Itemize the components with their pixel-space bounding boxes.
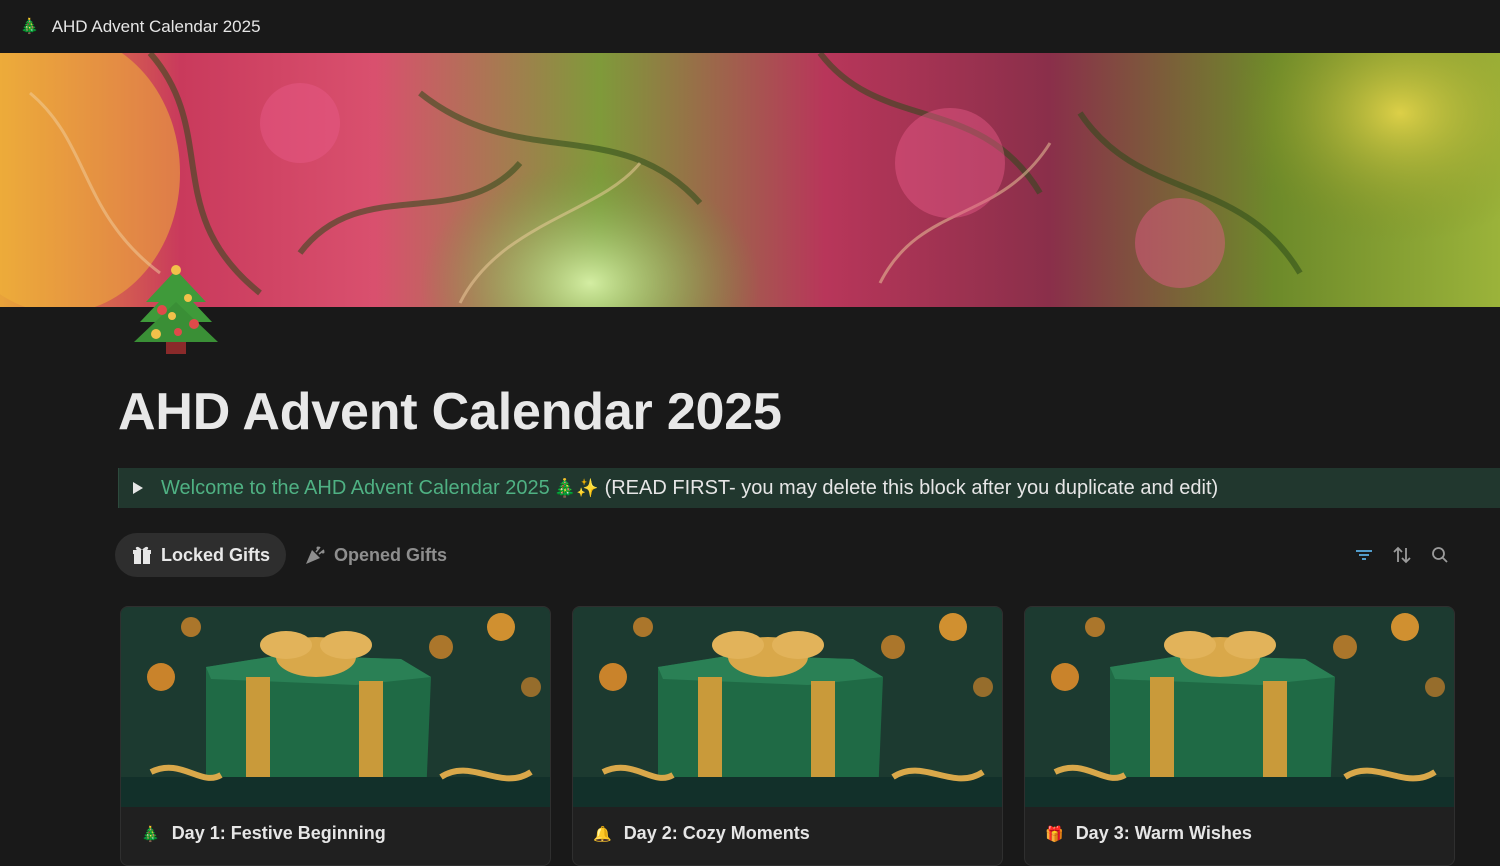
window-titlebar: 🎄 AHD Advent Calendar 2025	[0, 0, 1500, 53]
page-title[interactable]: AHD Advent Calendar 2025	[118, 382, 782, 442]
gallery-cards: 🎄 Day 1: Festive Beginning 🔔 Day 2: Cozy…	[120, 606, 1455, 866]
tab-opened-gifts-label: Opened Gifts	[334, 544, 448, 565]
card-title-text: Day 2: Cozy Moments	[623, 823, 810, 843]
toggle-highlighted-text: Welcome to the AHD Advent Calendar 2025	[161, 476, 550, 499]
tab-locked-gifts-label: Locked Gifts	[161, 544, 271, 565]
gift-box-image	[1025, 607, 1454, 807]
card-title-text: Day 1: Festive Beginning	[171, 823, 386, 843]
gift-icon: 🎁	[1045, 825, 1064, 843]
gift-box-image	[121, 607, 550, 807]
gift-icon	[133, 546, 151, 564]
view-tabs: Locked Gifts Opened Gifts	[115, 533, 465, 577]
christmas-tree-icon: 🎄	[141, 825, 160, 843]
search-icon[interactable]	[1430, 545, 1450, 565]
bell-icon: 🔔	[593, 825, 612, 843]
welcome-toggle-block[interactable]: Welcome to the AHD Advent Calendar 2025 …	[118, 468, 1500, 508]
tree-sparkles-emoji: 🎄✨	[553, 477, 599, 498]
card-title: 🔔 Day 2: Cozy Moments	[573, 807, 1002, 844]
gallery-card[interactable]: 🔔 Day 2: Cozy Moments	[572, 606, 1003, 866]
tab-opened-gifts[interactable]: Opened Gifts	[288, 533, 463, 577]
sort-icon[interactable]	[1392, 545, 1412, 565]
party-popper-icon	[306, 546, 325, 564]
card-title-text: Day 3: Warm Wishes	[1075, 823, 1252, 843]
christmas-tree-icon[interactable]	[132, 262, 220, 358]
view-toolbar	[1354, 545, 1450, 565]
gallery-card[interactable]: 🎄 Day 1: Festive Beginning	[120, 606, 551, 866]
gallery-card[interactable]: 🎁 Day 3: Warm Wishes	[1024, 606, 1455, 866]
cover-image[interactable]	[0, 53, 1500, 307]
toggle-plain-text: (READ FIRST- you may delete this block a…	[604, 476, 1219, 499]
card-title: 🎁 Day 3: Warm Wishes	[1025, 807, 1454, 844]
toggle-triangle-icon[interactable]	[133, 482, 143, 494]
gift-box-image	[573, 607, 1002, 807]
tab-locked-gifts[interactable]: Locked Gifts	[115, 533, 287, 577]
christmas-tree-icon: 🎄	[20, 18, 39, 35]
filter-icon[interactable]	[1354, 545, 1374, 565]
card-title: 🎄 Day 1: Festive Beginning	[121, 807, 550, 844]
window-title[interactable]: AHD Advent Calendar 2025	[52, 17, 261, 37]
